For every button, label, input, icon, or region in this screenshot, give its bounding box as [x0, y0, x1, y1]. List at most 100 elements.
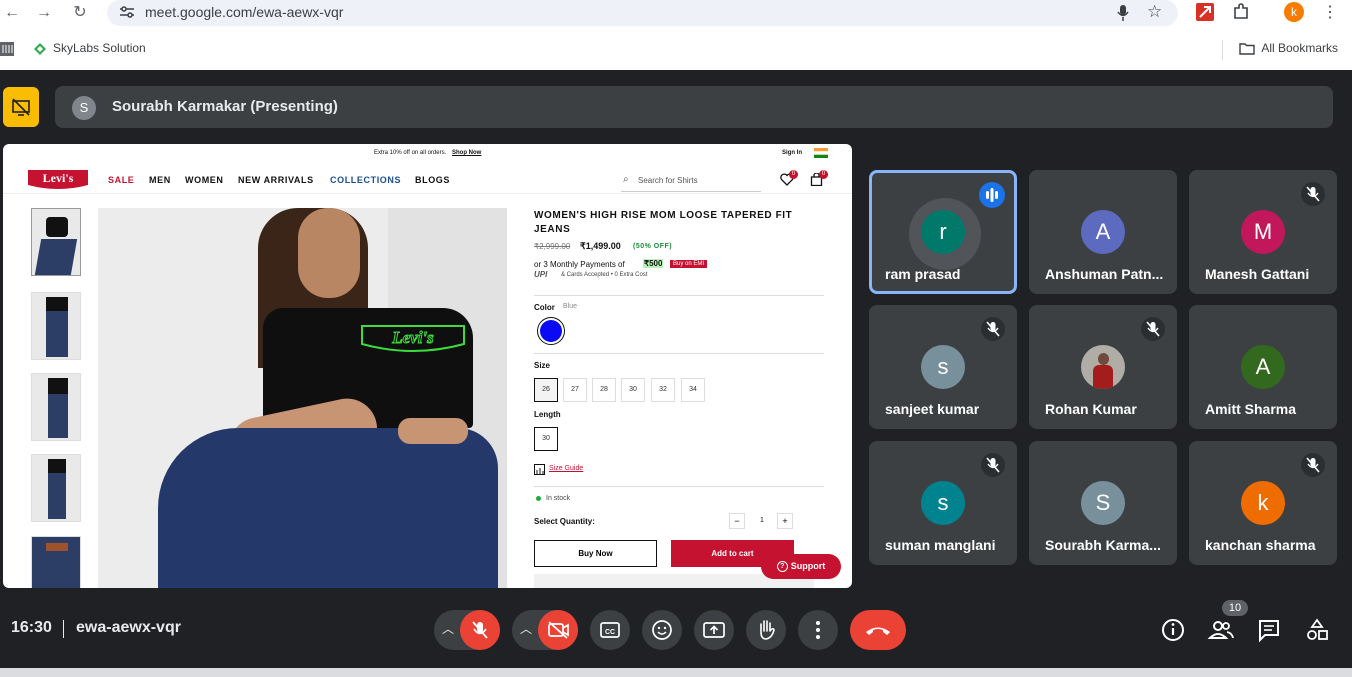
- product-thumbnail[interactable]: [31, 373, 81, 441]
- tshirt-logo-graphic: Levi's: [361, 325, 465, 352]
- menu-new-arrivals[interactable]: NEW ARRIVALS: [238, 175, 314, 185]
- participant-tile[interactable]: r ram prasad: [869, 170, 1017, 294]
- all-bookmarks-link[interactable]: All Bookmarks: [1261, 41, 1338, 55]
- emi-text: or 3 Monthly Payments of: [534, 260, 625, 269]
- participant-tile[interactable]: s suman manglani: [869, 441, 1017, 565]
- activities-icon[interactable]: [1303, 616, 1331, 644]
- shop-now-link[interactable]: Shop Now: [452, 150, 481, 156]
- quantity-value[interactable]: 1: [760, 517, 764, 524]
- length-label: Length: [534, 410, 561, 419]
- participant-name: Manesh Gattani: [1205, 266, 1310, 282]
- leave-call-button[interactable]: [850, 610, 906, 650]
- participant-tile[interactable]: A Amitt Sharma: [1189, 305, 1337, 429]
- buy-now-button[interactable]: Buy Now: [534, 540, 657, 567]
- buy-on-emi-badge[interactable]: Buy on EMI: [670, 260, 708, 268]
- bookmark-star-icon[interactable]: ☆: [1147, 2, 1162, 22]
- size-option[interactable]: 28: [592, 378, 616, 402]
- video-options-chevron-icon[interactable]: ︿: [520, 620, 532, 637]
- extensions-puzzle-icon[interactable]: [1232, 3, 1250, 21]
- size-guide-link[interactable]: Size Guide: [549, 465, 583, 472]
- bookmark-skylabs[interactable]: SkyLabs Solution: [53, 41, 146, 55]
- extension-red-icon[interactable]: [1196, 3, 1214, 21]
- product-thumbnail[interactable]: [31, 292, 81, 360]
- size-option[interactable]: 34: [681, 378, 705, 402]
- size-option[interactable]: 30: [621, 378, 645, 402]
- more-vertical-icon: [816, 621, 820, 639]
- raise-hand-button[interactable]: [746, 610, 786, 650]
- menu-men[interactable]: MEN: [149, 175, 171, 185]
- search-input[interactable]: ⌕ Search for Shirts: [621, 172, 761, 192]
- participant-tile[interactable]: S Sourabh Karma...: [1029, 441, 1177, 565]
- participant-name: kanchan sharma: [1205, 537, 1316, 553]
- mic-off-icon: [472, 621, 488, 639]
- forward-icon[interactable]: →: [32, 0, 56, 26]
- participant-tile[interactable]: M Manesh Gattani: [1189, 170, 1337, 294]
- reactions-button[interactable]: [642, 610, 682, 650]
- url-text[interactable]: meet.google.com/ewa-aewx-vqr: [145, 4, 343, 20]
- stop-presenting-icon: [12, 98, 30, 116]
- participant-tile[interactable]: A Anshuman Patn...: [1029, 170, 1177, 294]
- meeting-info-icon[interactable]: [1159, 616, 1187, 644]
- size-option-selected[interactable]: 26: [534, 378, 558, 402]
- profile-avatar[interactable]: k: [1284, 2, 1304, 22]
- camera-toggle-button[interactable]: [538, 610, 578, 650]
- microphone-toggle-button[interactable]: [460, 610, 500, 650]
- stock-status: In stock: [546, 495, 571, 502]
- levis-logo[interactable]: Levi's: [27, 167, 89, 193]
- quantity-increment-button[interactable]: +: [777, 513, 793, 529]
- menu-women[interactable]: WOMEN: [185, 175, 224, 185]
- audio-options-chevron-icon[interactable]: ︿: [442, 620, 454, 637]
- cart-count-badge: 0: [819, 170, 828, 179]
- menu-blogs[interactable]: BLOGS: [415, 175, 450, 185]
- emoji-icon: [652, 620, 672, 640]
- support-button[interactable]: ? Support: [761, 554, 841, 579]
- color-swatch-blue[interactable]: [537, 317, 565, 345]
- length-option-selected[interactable]: 30: [534, 427, 558, 451]
- folder-icon: [1239, 43, 1255, 55]
- size-option[interactable]: 27: [563, 378, 587, 402]
- reload-icon[interactable]: ↻: [68, 0, 92, 26]
- presenter-avatar: S: [72, 96, 96, 120]
- mrp-price: ₹2,999.00: [534, 242, 571, 251]
- cards-accepted-text: & Cards Accepted • 0 Extra Cost: [561, 272, 648, 278]
- product-thumbnail[interactable]: [31, 454, 81, 522]
- apps-icon[interactable]: [0, 42, 14, 56]
- captions-icon: CC: [600, 622, 620, 638]
- captions-button[interactable]: CC: [590, 610, 630, 650]
- camera-off-icon: [548, 621, 569, 639]
- color-label: Color: [534, 303, 555, 312]
- participant-tile[interactable]: s sanjeet kumar: [869, 305, 1017, 429]
- promo-text: Extra 10% off on all orders.: [374, 150, 447, 156]
- hang-up-icon: [866, 627, 890, 635]
- site-settings-icon[interactable]: [119, 5, 135, 19]
- participant-name: suman manglani: [885, 537, 996, 553]
- svg-text:CC: CC: [605, 629, 615, 636]
- browser-menu-icon[interactable]: ⋮: [1322, 2, 1338, 22]
- people-icon[interactable]: [1207, 616, 1235, 644]
- quantity-decrement-button[interactable]: −: [729, 513, 745, 529]
- meeting-time: 16:30: [11, 619, 52, 636]
- sign-in-link[interactable]: Sign In: [782, 150, 802, 156]
- more-options-button[interactable]: [798, 610, 838, 650]
- present-now-button[interactable]: [694, 610, 734, 650]
- product-main-image[interactable]: Levi's: [98, 208, 507, 588]
- participant-tile[interactable]: Rohan Kumar: [1029, 305, 1177, 429]
- participant-tile[interactable]: k kanchan sharma: [1189, 441, 1337, 565]
- taskbar-strip: [0, 668, 1352, 677]
- video-control-group: ︿: [512, 610, 578, 650]
- participant-avatar: S: [1081, 481, 1125, 525]
- menu-sale[interactable]: SALE: [108, 175, 134, 185]
- address-bar[interactable]: meet.google.com/ewa-aewx-vqr ☆: [107, 0, 1178, 26]
- bookmarks-divider: [1222, 40, 1223, 60]
- product-thumbnail[interactable]: [31, 208, 81, 276]
- product-thumbnail[interactable]: [31, 536, 81, 588]
- chat-icon[interactable]: [1255, 616, 1283, 644]
- back-icon[interactable]: ←: [0, 0, 24, 26]
- meeting-code[interactable]: ewa-aewx-vqr: [76, 619, 181, 637]
- menu-collections[interactable]: COLLECTIONS: [330, 175, 401, 185]
- shared-screen: Extra 10% off on all orders. Shop Now Si…: [3, 144, 852, 588]
- svg-text:Levi's: Levi's: [43, 171, 74, 185]
- presentation-toggle-button[interactable]: [3, 87, 39, 127]
- size-option[interactable]: 32: [651, 378, 675, 402]
- microphone-icon[interactable]: [1117, 4, 1129, 22]
